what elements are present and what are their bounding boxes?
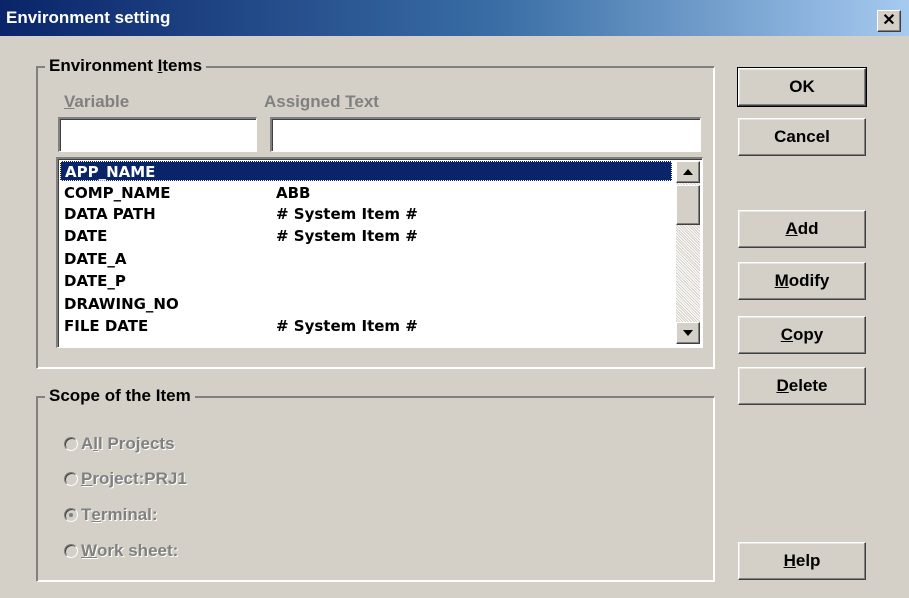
list-item[interactable]: COMP_NAME ABB — [60, 183, 672, 203]
radio-terminal[interactable]: Te rminal: — [64, 503, 158, 527]
cancel-button[interactable]: Cancel — [738, 118, 866, 156]
close-button[interactable]: ✕ — [877, 10, 901, 32]
list-item-variable: APP_NAME — [65, 163, 156, 181]
list-item-variable: COMP_NAME — [64, 184, 171, 202]
assigned-text-input[interactable] — [270, 117, 701, 152]
help-button[interactable]: Help — [738, 542, 866, 580]
list-item[interactable]: DATE # System Item # — [60, 226, 672, 246]
list-item[interactable]: DATE_P — [60, 271, 672, 291]
scope-legend: Scope of the Item — [45, 386, 195, 406]
list-item[interactable]: APP_NAME — [60, 161, 672, 181]
list-item-text: # System Item # — [276, 205, 418, 223]
radio-button-icon — [64, 544, 78, 558]
list-item-variable: FILE DATE — [64, 317, 149, 335]
list-item-variable: DATE_A — [64, 250, 127, 268]
list-item-variable: DATE_P — [64, 272, 126, 290]
ok-button[interactable]: OK — [737, 67, 867, 107]
title-bar: Environment setting ✕ — [0, 0, 909, 37]
radio-all-projects[interactable]: All Projects — [64, 432, 175, 456]
scroll-thumb[interactable] — [676, 185, 700, 225]
list-item[interactable]: DATE_A — [60, 249, 672, 269]
list-item[interactable]: FILE DATE # System Item # — [60, 316, 672, 336]
delete-button[interactable]: Delete — [738, 367, 866, 405]
variable-input[interactable] — [58, 117, 257, 152]
scroll-down-button[interactable] — [676, 322, 700, 344]
chevron-up-icon — [683, 169, 693, 175]
environment-items-list[interactable]: APP_NAME COMP_NAME ABB DATA PATH # Syste… — [56, 157, 703, 348]
list-scrollbar[interactable] — [676, 161, 700, 344]
radio-project[interactable]: Project:PRJ1 — [64, 467, 187, 491]
close-icon: ✕ — [882, 12, 896, 29]
radio-work-sheet[interactable]: Work sheet: — [64, 539, 178, 563]
copy-button[interactable]: Copy — [738, 316, 866, 354]
list-item-variable: DRAWING_NO — [64, 295, 179, 313]
chevron-down-icon — [683, 330, 693, 336]
radio-button-icon — [64, 437, 78, 451]
list-item[interactable]: DATA PATH # System Item # — [60, 204, 672, 224]
assigned-text-label: Assigned Text — [264, 92, 379, 111]
list-item-variable: DATA PATH — [64, 205, 156, 223]
list-item-text: # System Item # — [276, 227, 418, 245]
scroll-up-button[interactable] — [676, 161, 700, 183]
list-item[interactable]: DRAWING_NO — [60, 294, 672, 314]
modify-button[interactable]: Modify — [738, 262, 866, 300]
list-item-text: # System Item # — [276, 317, 418, 335]
list-item-variable: DATE — [64, 227, 108, 245]
add-button[interactable]: Add — [738, 210, 866, 248]
radio-button-icon — [64, 472, 78, 486]
list-item-text: ABB — [276, 184, 311, 202]
environment-items-legend: Environment Items — [45, 56, 207, 76]
variable-label: Variable — [64, 92, 130, 111]
radio-button-selected-icon — [64, 508, 78, 522]
window-title: Environment setting — [6, 8, 171, 27]
